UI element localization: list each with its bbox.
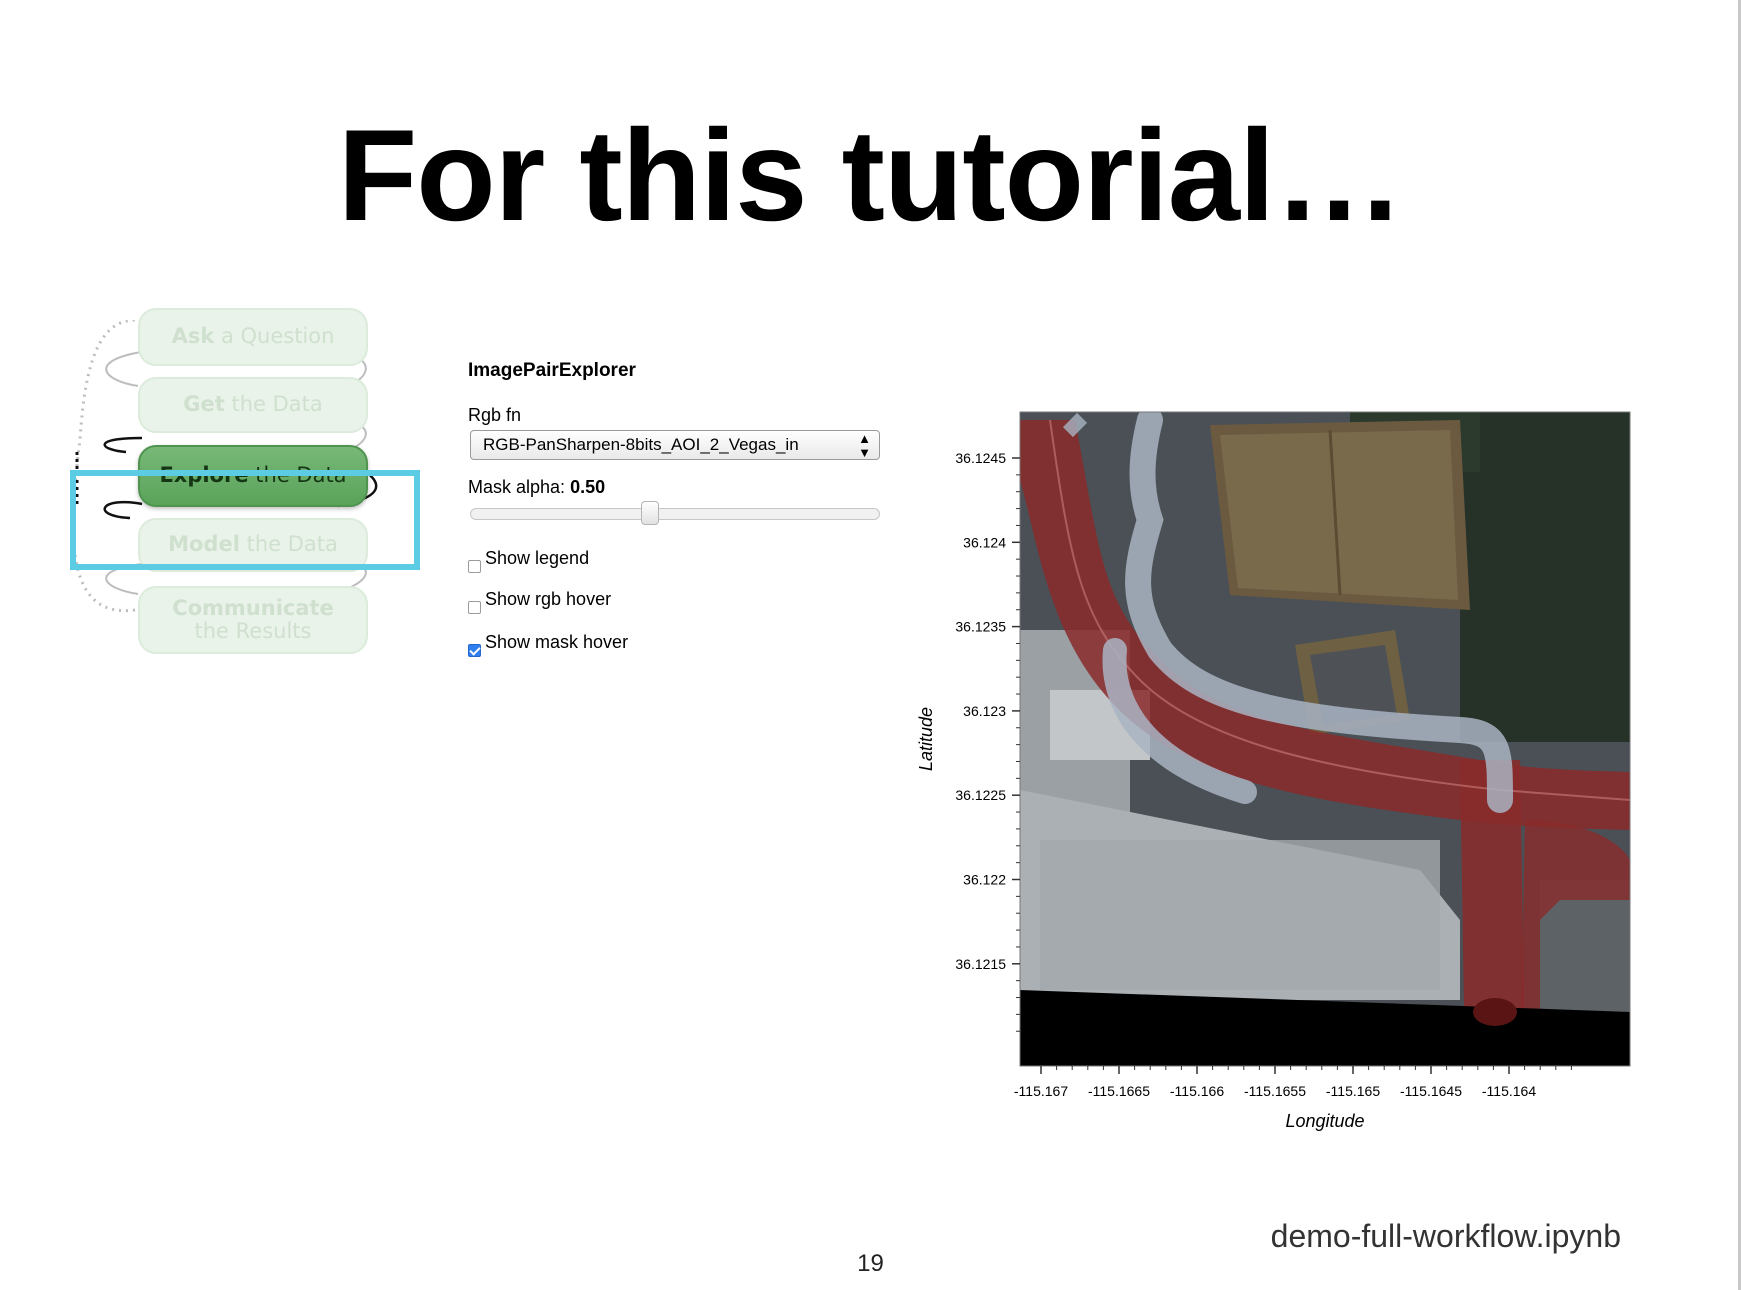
step-communicate-the-results: Communicate the Results: [138, 586, 368, 654]
mask-alpha-text: Mask alpha:: [468, 477, 566, 497]
satellite-image[interactable]: [1020, 412, 1630, 1070]
show-legend-label: Show legend: [485, 548, 590, 568]
mask-alpha-slider-handle[interactable]: [641, 501, 659, 525]
widget-title: ImagePairExplorer: [468, 360, 636, 381]
y-tick-label: 36.1235: [955, 619, 1006, 635]
show-rgb-hover-row[interactable]: Show rgb hover: [468, 589, 612, 614]
show-legend-checkbox[interactable]: [468, 560, 481, 573]
slide-title: For this tutorial…: [337, 102, 1404, 248]
step-ask-a-question: Ask a Question: [138, 308, 368, 366]
map-plot: 36.1245 36.124 36.1235 36.123 36.1225 36.122 3…: [916, 411, 1631, 1131]
map-figure: 36.1245 36.124 36.1235 36.123 36.1225 36.122 3…: [900, 400, 1660, 1140]
y-axis-label: Latitude: [916, 707, 936, 771]
x-tick-label: -115.1645: [1400, 1083, 1462, 1099]
x-tick-label: -115.164: [1482, 1083, 1536, 1099]
x-tick-label: -115.165: [1326, 1083, 1380, 1099]
workflow-diagram: Ask a Question Get the Data Explore the …: [60, 308, 430, 720]
page-number: 19: [857, 1250, 884, 1277]
select-arrows-icon: ▲ ▼: [858, 431, 871, 460]
arrow-explore-in: [103, 436, 143, 454]
mask-alpha-value: 0.50: [570, 477, 606, 497]
y-tick-label: 36.1215: [955, 956, 1006, 972]
show-legend-row[interactable]: Show legend: [468, 548, 590, 573]
arrow-2-1: [105, 351, 143, 387]
rgb-fn-value: RGB-PanSharpen-8bits_AOI_2_Vegas_in: [483, 435, 799, 454]
rgb-fn-select[interactable]: RGB-PanSharpen-8bits_AOI_2_Vegas_in ▲ ▼: [470, 430, 880, 460]
mask-alpha-label: Mask alpha: 0.50: [468, 477, 605, 498]
rgb-fn-label: Rgb fn: [468, 405, 522, 425]
y-tick-label: 36.1225: [955, 787, 1006, 803]
current-step-highlight: [70, 470, 420, 570]
x-tick-label: -115.1665: [1088, 1083, 1150, 1099]
show-rgb-hover-label: Show rgb hover: [485, 589, 612, 609]
show-rgb-hover-checkbox[interactable]: [468, 601, 481, 614]
x-tick-label: -115.167: [1014, 1083, 1068, 1099]
y-tick-label: 36.123: [963, 703, 1006, 719]
show-mask-hover-label: Show mask hover: [485, 632, 629, 652]
show-mask-hover-row[interactable]: Show mask hover: [468, 632, 629, 657]
x-tick-label: -115.1655: [1244, 1083, 1306, 1099]
x-axis-label: Longitude: [1285, 1111, 1364, 1131]
x-tick-label: -115.166: [1170, 1083, 1224, 1099]
mask-alpha-slider-track[interactable]: [470, 508, 880, 520]
step-get-the-data: Get the Data: [138, 377, 368, 433]
y-tick-label: 36.122: [963, 872, 1006, 888]
y-tick-label: 36.1245: [955, 450, 1006, 466]
y-tick-label: 36.124: [963, 534, 1006, 550]
show-mask-hover-checkbox[interactable]: [468, 644, 481, 657]
